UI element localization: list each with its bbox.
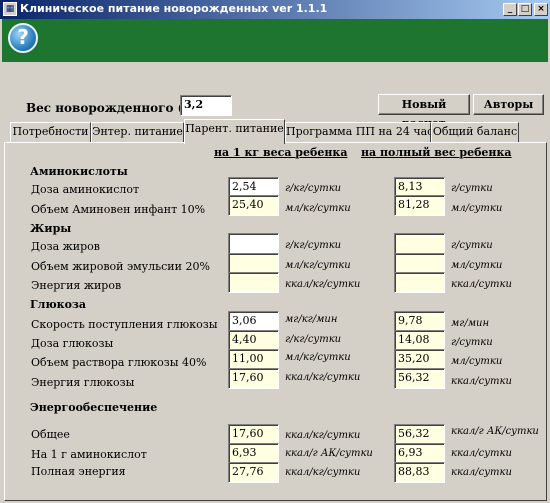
unit: ккал/г АК/сутки <box>285 448 373 459</box>
row-label: Доза аминокислот <box>31 183 140 196</box>
total-value: 56,32 <box>394 368 445 389</box>
tab-parenteral[interactable]: Парент. питание <box>184 119 285 144</box>
row-label: Энергия жиров <box>31 279 122 292</box>
per-kg-value <box>228 272 279 293</box>
per-kg-value: 25,40 <box>228 195 279 216</box>
weight-label: Вес новорожденного (кг) <box>26 101 206 115</box>
total-value: 6,93 <box>394 443 445 464</box>
row-label: Объем Аминовен инфант 10% <box>31 203 206 216</box>
unit: г/кг/сутки <box>285 240 342 251</box>
per-kg-value: 27,76 <box>228 462 279 483</box>
unit: ккал/кг/сутки <box>285 279 361 290</box>
unit: г/сутки <box>451 183 493 194</box>
new-calc-button[interactable]: Новый расчет <box>378 94 470 130</box>
per-kg-value: 17,60 <box>228 424 279 445</box>
toolbar-banner <box>2 19 548 62</box>
per-kg-value: 11,00 <box>228 349 279 370</box>
row-label: На 1 г аминокислот <box>31 448 147 461</box>
total-value: 14,08 <box>394 330 445 351</box>
unit: ккал/кг/сутки <box>285 372 361 383</box>
per-kg-header: на 1 кг веса ребенка <box>214 146 348 159</box>
minimize-button[interactable]: _ <box>503 3 517 16</box>
unit: г/кг/сутки <box>285 334 342 345</box>
row-label: Объем раствора глюкозы 40% <box>31 356 207 369</box>
unit: ккал/сутки <box>451 448 512 459</box>
total-value <box>394 233 445 254</box>
row-label: Полная энергия <box>31 465 126 478</box>
tab-needs[interactable]: Потребности <box>10 122 91 142</box>
unit: мл/кг/сутки <box>285 203 351 214</box>
section-amino-title: Аминокислоты <box>30 165 128 178</box>
unit: мл/сутки <box>451 203 503 214</box>
maximize-button[interactable]: □ <box>518 3 532 16</box>
window-title: Клиническое питание новорожденных ver 1.… <box>20 2 328 15</box>
section-energy-title: Энергообеспечение <box>30 401 158 414</box>
unit: ккал/кг/сутки <box>285 467 361 478</box>
row-label: Доза глюкозы <box>31 337 114 350</box>
unit: мг/мин <box>451 318 490 329</box>
tab-program-24h[interactable]: Программа ПП на 24 часа <box>285 122 440 142</box>
close-button[interactable]: × <box>534 3 548 16</box>
per-kg-value: 17,60 <box>228 368 279 389</box>
app-icon: ▦ <box>3 2 17 16</box>
per-kg-value: 4,40 <box>228 330 279 351</box>
tab-total-balance[interactable]: Общий баланс <box>431 122 519 142</box>
row-label: Доза жиров <box>31 240 100 253</box>
row-label: Скорость поступления глюкозы <box>31 318 218 331</box>
section-fat-title: Жиры <box>30 222 72 235</box>
unit: ккал/сутки <box>451 467 512 478</box>
total-value: 88,83 <box>394 462 445 483</box>
total-weight-header: на полный вес ребенка <box>361 146 512 159</box>
unit: ккал/сутки <box>451 376 512 387</box>
weight-input[interactable]: 3,2 <box>180 95 232 116</box>
row-label: Объем жировой эмульсии 20% <box>31 260 210 273</box>
per-kg-value: 6,93 <box>228 443 279 464</box>
unit: г/кг/сутки <box>285 183 342 194</box>
help-icon[interactable]: ? <box>8 23 38 53</box>
per-kg-value[interactable] <box>228 233 279 254</box>
unit: г/сутки <box>451 240 493 251</box>
unit: ккал/кг/сутки <box>285 430 361 441</box>
unit: г/сутки <box>451 337 493 348</box>
total-value: 35,20 <box>394 349 445 370</box>
unit: мг/кг/мин <box>285 314 338 325</box>
authors-button[interactable]: Авторы <box>473 94 544 115</box>
unit: мл/сутки <box>451 356 503 367</box>
row-label: Общее <box>31 428 70 441</box>
total-value: 56,32 <box>394 424 445 445</box>
tab-enteral[interactable]: Энтер. питание <box>91 122 184 142</box>
title-bar: ▦ Клиническое питание новорожденных ver … <box>0 0 550 19</box>
unit: мл/кг/сутки <box>285 352 351 363</box>
section-glucose-title: Глюкоза <box>30 298 87 311</box>
unit: ккал/г АК/сутки <box>451 426 539 437</box>
row-label: Энергия глюкозы <box>31 376 135 389</box>
total-value: 81,28 <box>394 195 445 216</box>
total-value <box>394 272 445 293</box>
unit: мл/кг/сутки <box>285 260 351 271</box>
per-kg-value[interactable]: 3,06 <box>228 311 279 332</box>
unit: ккал/сутки <box>451 279 512 290</box>
total-value <box>394 253 445 274</box>
per-kg-value <box>228 253 279 274</box>
total-value: 9,78 <box>394 311 445 332</box>
unit: мл/сутки <box>451 260 503 271</box>
app-window: ▦ Клиническое питание новорожденных ver … <box>0 0 550 503</box>
